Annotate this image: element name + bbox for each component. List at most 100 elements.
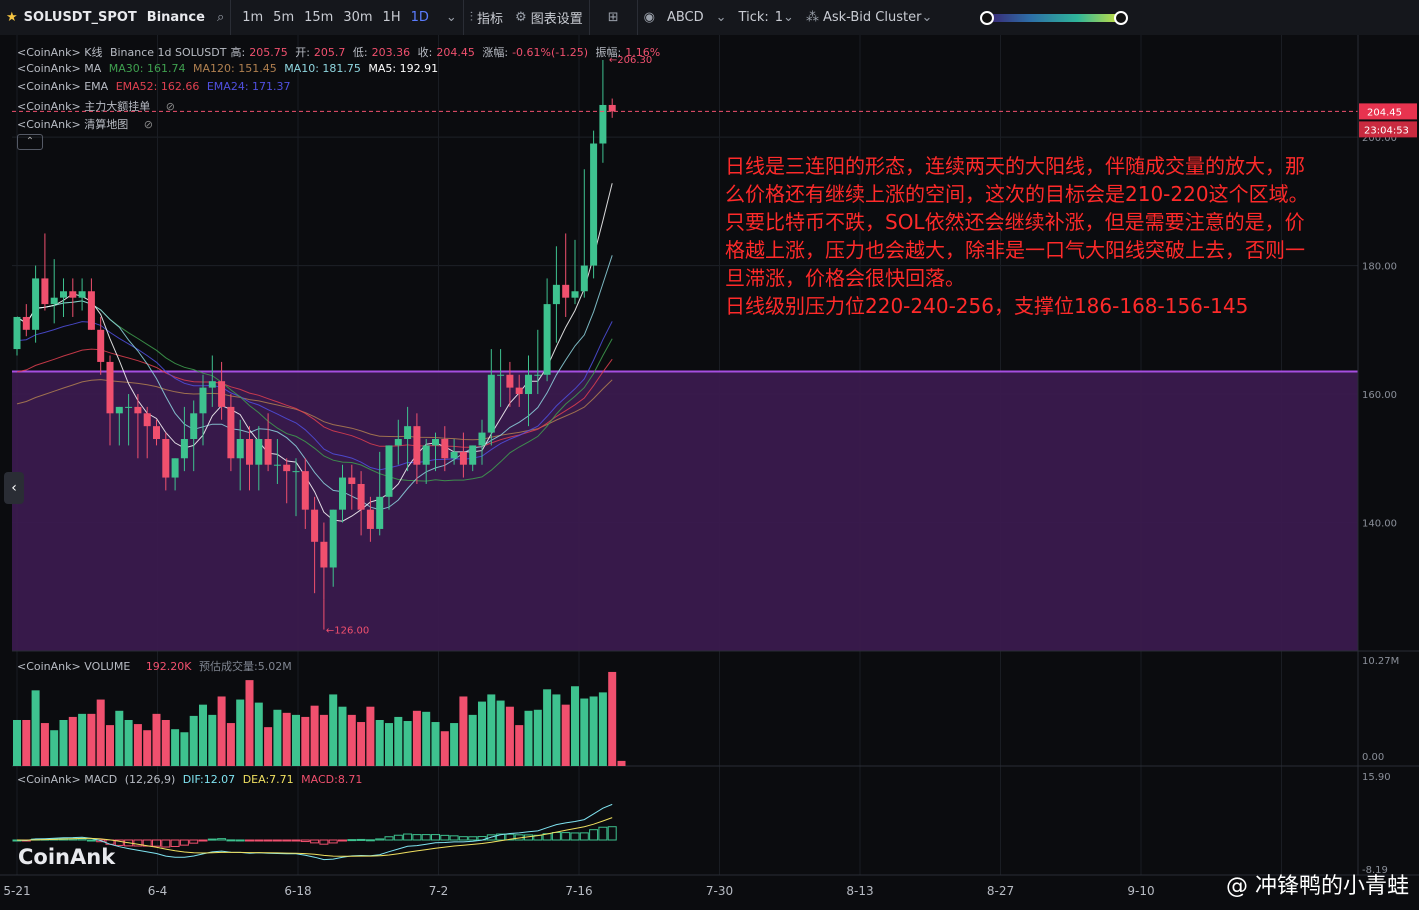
interval-15m[interactable]: 15m (299, 10, 338, 25)
volume-bar (338, 706, 347, 766)
heatmap-slider[interactable] (978, 0, 1130, 35)
candle-body (60, 291, 67, 298)
interval-group: 1m 5m 15m 30m 1H 1D (230, 0, 440, 35)
symbol-name[interactable]: SOLUSDT_SPOT (24, 10, 137, 25)
volume-bar (59, 719, 68, 766)
kline-text: Binance 1d SOLUSDT (109, 46, 227, 59)
kline-legend: <CoinAnk> K线 Binance 1d SOLUSDT 高: 205.75 … (17, 44, 664, 60)
interval-1d[interactable]: 1D (406, 10, 434, 25)
interval-30m[interactable]: 30m (338, 10, 377, 25)
tick-select[interactable]: Tick: 1 ⌄ (733, 0, 800, 35)
candle-body (22, 316, 30, 330)
ma5-value: MA5: 192.91 (368, 62, 439, 75)
candle-body (227, 406, 235, 459)
volume-bar (68, 716, 77, 766)
macd-hist-bar (272, 839, 282, 842)
volume-bar (561, 704, 570, 766)
volume-bar (598, 692, 607, 766)
candle-body (487, 374, 495, 433)
slider-handle-right[interactable] (1114, 10, 1129, 25)
volume-bar (608, 671, 617, 766)
author-watermark: @ 冲锋鸭的小青蛙 (1226, 874, 1409, 899)
star-icon[interactable]: ★ (6, 10, 18, 25)
interval-1m[interactable]: 1m (237, 10, 268, 25)
candle-body (301, 471, 309, 510)
kline-open-label: 开: (295, 46, 310, 59)
layout-button[interactable]: ⊞ (588, 0, 637, 35)
volume-bar (617, 760, 626, 766)
x-tick-label: 7-30 (706, 884, 733, 898)
eye-off-icon[interactable]: ⊘ (166, 100, 175, 113)
volume-bar (412, 710, 421, 766)
chevron-left-icon: ‹ (11, 480, 17, 496)
candle-body (357, 483, 365, 510)
toolbar: ★ SOLUSDT_SPOT Binance ⌕ 1m 5m 15m 30m 1H 1D … (0, 0, 1419, 36)
big-orders-legend[interactable]: <CoinAnk> 主力大额挂单 ⊘ (17, 98, 179, 114)
indicators-button[interactable]: ⫶ 指标 (462, 0, 509, 35)
candle-body (376, 496, 384, 529)
volume-bar (13, 719, 21, 766)
x-tick-label: 5-21 (3, 884, 30, 898)
volume-bar (180, 732, 189, 766)
candle-body (162, 439, 170, 478)
volume-bar (543, 689, 552, 766)
tick-value: 1 (774, 10, 784, 25)
symbol-group[interactable]: ★ SOLUSDT_SPOT Binance ⌕ (0, 0, 230, 35)
eye-off-icon[interactable]: ⊘ (144, 118, 153, 131)
search-icon[interactable]: ⌕ (217, 10, 224, 25)
candle-body (32, 278, 40, 330)
ema52-value: EMA52: 162.66 (115, 80, 200, 93)
abcd-button[interactable]: ABCD ⌄ (661, 0, 733, 35)
candle-body (543, 304, 551, 375)
candle-body (246, 439, 253, 465)
chart-settings-button[interactable]: ⚙ 图表设置 (509, 0, 589, 35)
x-tick-label: 9-10 (1127, 884, 1154, 898)
big-orders-label: <CoinAnk> 主力大额挂单 (17, 100, 151, 113)
volume-bar (589, 696, 598, 766)
chevron-down-icon: ⌄ (921, 10, 933, 25)
chevron-down-icon[interactable]: ⌄ (446, 10, 457, 25)
y-tick-label: 160.00 (1362, 390, 1397, 401)
candle-body (366, 509, 374, 529)
volume-bar (431, 722, 440, 766)
sidebar-toggle-button[interactable]: ‹ (4, 472, 24, 504)
x-tick-label: 8-13 (846, 884, 873, 898)
slider-handle-left[interactable] (980, 10, 995, 25)
candle-body (255, 439, 263, 465)
ma-prefix: <CoinAnk> MA (17, 62, 102, 75)
volume-bar (245, 680, 254, 766)
macd-legend: <CoinAnk> MACD (12,26,9) DIF:12.07 DEA:7… (17, 773, 366, 786)
kline-change-label: 涨幅: (482, 46, 509, 59)
y-tick-label: 180.00 (1362, 262, 1397, 273)
kline-change: -0.61%(-1.25) (512, 46, 589, 59)
interval-5m[interactable]: 5m (268, 10, 299, 25)
macd-hist-bar (235, 839, 245, 842)
volume-bar (403, 721, 412, 766)
macd-hist-bar (254, 839, 264, 842)
volume-bar (468, 714, 477, 766)
volume-prefix: <CoinAnk> VOLUME (17, 660, 131, 673)
ma10-value: MA10: 181.75 (284, 62, 361, 75)
candle-body (283, 464, 291, 472)
heatmap-gradient[interactable] (980, 10, 1129, 25)
interval-dropdown[interactable]: ⌄ (440, 0, 463, 35)
volume-bar (115, 710, 124, 766)
volume-bar (50, 730, 59, 766)
eye-button[interactable]: ◉ (636, 0, 661, 35)
coinank-logo: CoinAnk (18, 845, 116, 869)
liq-map-legend[interactable]: <CoinAnk> 清算地图 ⊘ (17, 116, 157, 132)
interval-1h[interactable]: 1H (378, 10, 406, 25)
analysis-annotation: 日线是三连阳的形态，连续两天的大阳线，伴随成交量的放大，那 么价格还有继续上涨的… (725, 152, 1345, 320)
macd-hist-bar (207, 838, 217, 841)
collapse-legend-button[interactable]: ⌃ (17, 134, 43, 150)
candle-body (534, 374, 542, 376)
volume-bar (524, 710, 533, 766)
kline-close-label: 收: (417, 46, 433, 59)
volume-bar (208, 714, 217, 766)
cluster-select[interactable]: ⁂ Ask-Bid Cluster ⌄ (800, 0, 938, 35)
volume-bar (450, 723, 459, 766)
volume-bar (357, 722, 366, 766)
candle-body (143, 413, 151, 427)
tick-label: Tick: (738, 10, 769, 25)
candle-body (422, 445, 430, 465)
